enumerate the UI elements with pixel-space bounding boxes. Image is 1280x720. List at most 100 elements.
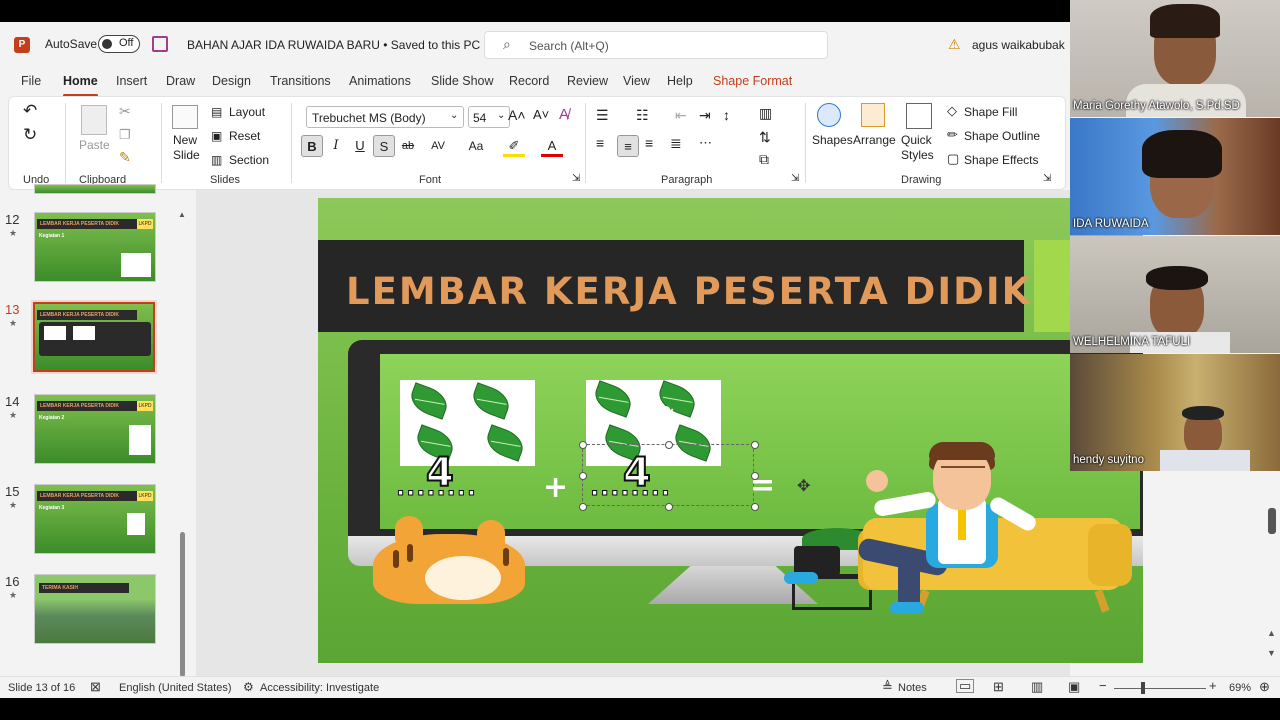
- slide-title[interactable]: LEMBAR KERJA PESERTA DIDIK: [346, 270, 1032, 313]
- resize-handle[interactable]: [579, 472, 587, 480]
- quick-styles-icon[interactable]: [906, 103, 932, 129]
- shape-effects-button[interactable]: Shape Effects: [964, 153, 1039, 167]
- tiger-illustration[interactable]: [373, 516, 528, 608]
- shape-fill-button[interactable]: Shape Fill: [964, 105, 1017, 119]
- document-title[interactable]: BAHAN AJAR IDA RUWAIDA BARU • Saved to t…: [187, 38, 480, 52]
- new-slide-label[interactable]: New Slide: [173, 133, 203, 163]
- slide-sorter-icon[interactable]: ⊞: [993, 679, 1004, 695]
- change-case-icon[interactable]: Aa: [461, 135, 491, 157]
- zoom-slider-thumb[interactable]: [1141, 682, 1145, 694]
- slide-thumbnail-11[interactable]: [34, 184, 156, 194]
- reset-button[interactable]: Reset: [229, 129, 260, 143]
- zoom-level[interactable]: 69%: [1229, 682, 1251, 694]
- align-left-icon[interactable]: ≡: [596, 135, 604, 151]
- line-spacing-icon[interactable]: ↕: [723, 107, 730, 123]
- tab-home[interactable]: Home: [63, 74, 98, 97]
- tab-animations[interactable]: Animations: [349, 74, 411, 88]
- zoom-slider[interactable]: [1114, 688, 1206, 689]
- tab-design[interactable]: Design: [212, 74, 251, 88]
- zoom-out-icon[interactable]: −: [1099, 678, 1107, 693]
- participant-video-3[interactable]: WELHELMINA TAFULI: [1070, 236, 1280, 353]
- cut-icon[interactable]: ✂: [119, 103, 131, 120]
- shape-outline-button[interactable]: Shape Outline: [964, 129, 1040, 143]
- tab-record[interactable]: Record: [509, 74, 549, 88]
- resize-handle[interactable]: [579, 441, 587, 449]
- tab-file[interactable]: File: [21, 74, 41, 88]
- autosave-toggle[interactable]: Off: [98, 35, 140, 53]
- participant-video-1[interactable]: Maria Gorethy Atawolo, S.Pd.SD: [1070, 0, 1280, 117]
- format-painter-icon[interactable]: ✎: [119, 149, 131, 166]
- align-text-icon[interactable]: ⋯: [699, 135, 712, 151]
- participant-video-4[interactable]: hendy suyitno: [1070, 354, 1280, 471]
- tab-insert[interactable]: Insert: [116, 74, 147, 88]
- tab-shape-format[interactable]: Shape Format: [713, 74, 792, 88]
- resize-handle[interactable]: [665, 441, 673, 449]
- grow-font-icon[interactable]: A˄: [508, 107, 526, 123]
- scroll-up-icon[interactable]: ▲: [1267, 628, 1276, 638]
- slide-thumbnail-16[interactable]: TERIMA KASIH: [34, 574, 156, 644]
- redo-icon[interactable]: ↻: [23, 125, 37, 145]
- left-answer-blank[interactable]: ........: [396, 473, 477, 502]
- strikethrough-icon[interactable]: ab: [397, 135, 419, 157]
- tab-review[interactable]: Review: [567, 74, 608, 88]
- highlight-icon[interactable]: ✐: [503, 135, 525, 157]
- editor-scrollbar[interactable]: ▲ ▼: [1264, 492, 1280, 682]
- slide-thumbnail-12[interactable]: LEMBAR KERJA PESERTA DIDIK LKPD Kegiatan…: [34, 212, 156, 282]
- paste-icon[interactable]: [81, 105, 107, 135]
- reset-icon[interactable]: ▣: [211, 129, 222, 143]
- italic-icon[interactable]: I: [325, 135, 347, 157]
- scroll-down-icon[interactable]: ▼: [1267, 648, 1276, 658]
- smartart-icon[interactable]: ⧉: [759, 151, 769, 168]
- tab-draw[interactable]: Draw: [166, 74, 195, 88]
- paragraph-dialog-launcher-icon[interactable]: ⇲: [791, 173, 799, 184]
- language-status[interactable]: English (United States): [119, 682, 232, 694]
- justify-icon[interactable]: ≣: [670, 135, 682, 152]
- tab-slide-show[interactable]: Slide Show: [431, 74, 494, 88]
- thumbnail-scrollbar[interactable]: ▲ ▼: [178, 210, 186, 692]
- text-direction-icon[interactable]: ⇅: [759, 129, 771, 146]
- decrease-indent-icon[interactable]: ⇤: [675, 107, 687, 124]
- font-dialog-launcher-icon[interactable]: ⇲: [572, 173, 580, 184]
- columns-icon[interactable]: ▥: [759, 105, 772, 122]
- bold-icon[interactable]: B: [301, 135, 323, 157]
- text-shadow-icon[interactable]: S: [373, 135, 395, 157]
- accessibility-status[interactable]: Accessibility: Investigate: [260, 682, 379, 694]
- font-color-icon[interactable]: A: [541, 135, 563, 157]
- fit-to-window-icon[interactable]: ⊕: [1259, 679, 1270, 695]
- new-slide-icon[interactable]: [172, 105, 198, 129]
- slide-thumbnail-14[interactable]: LEMBAR KERJA PESERTA DIDIK LKPD Kegiatan…: [34, 394, 156, 464]
- search-box[interactable]: ⌕ Search (Alt+Q): [484, 31, 828, 59]
- resize-handle[interactable]: [665, 503, 673, 511]
- shape-fill-icon[interactable]: ◇: [947, 103, 957, 119]
- arrange-icon[interactable]: [861, 103, 885, 127]
- increase-indent-icon[interactable]: ⇥: [699, 107, 711, 124]
- shrink-font-icon[interactable]: A˅: [533, 107, 549, 122]
- layout-button[interactable]: Layout: [229, 105, 265, 119]
- editor-scroll-thumb[interactable]: [1268, 508, 1276, 534]
- paste-label[interactable]: Paste: [79, 138, 110, 152]
- copy-icon[interactable]: ❐: [119, 127, 131, 143]
- section-icon[interactable]: ▥: [211, 153, 222, 167]
- warning-icon[interactable]: ⚠: [948, 36, 961, 53]
- tab-transitions[interactable]: Transitions: [270, 74, 331, 88]
- resize-handle[interactable]: [579, 503, 587, 511]
- numbering-icon[interactable]: ☷: [636, 107, 649, 124]
- tab-help[interactable]: Help: [667, 74, 693, 88]
- leaf-picture-left[interactable]: [400, 380, 535, 466]
- shapes-button[interactable]: Shapes: [812, 133, 853, 147]
- underline-icon[interactable]: U: [349, 135, 371, 157]
- scroll-up-icon[interactable]: ▲: [178, 210, 186, 219]
- font-name-dropdown[interactable]: Trebuchet MS (Body) ⌄: [306, 106, 464, 128]
- save-icon[interactable]: [152, 36, 168, 52]
- bullets-icon[interactable]: ☰: [596, 107, 609, 124]
- right-answer-blank[interactable]: ........: [590, 473, 671, 502]
- font-size-dropdown[interactable]: 54 ⌄: [468, 106, 510, 128]
- current-slide[interactable]: LEMBAR KERJA PESERTA DIDIK 4 ........ + …: [318, 198, 1143, 663]
- participant-video-2[interactable]: IDA RUWAIDA: [1070, 118, 1280, 235]
- notes-button[interactable]: Notes: [898, 682, 927, 694]
- zoom-in-icon[interactable]: +: [1209, 678, 1217, 693]
- slide-show-icon[interactable]: ▣: [1068, 679, 1080, 695]
- scrollbar-thumb[interactable]: [180, 532, 185, 677]
- arrange-button[interactable]: Arrange: [853, 133, 896, 147]
- align-right-icon[interactable]: ≡: [645, 135, 653, 151]
